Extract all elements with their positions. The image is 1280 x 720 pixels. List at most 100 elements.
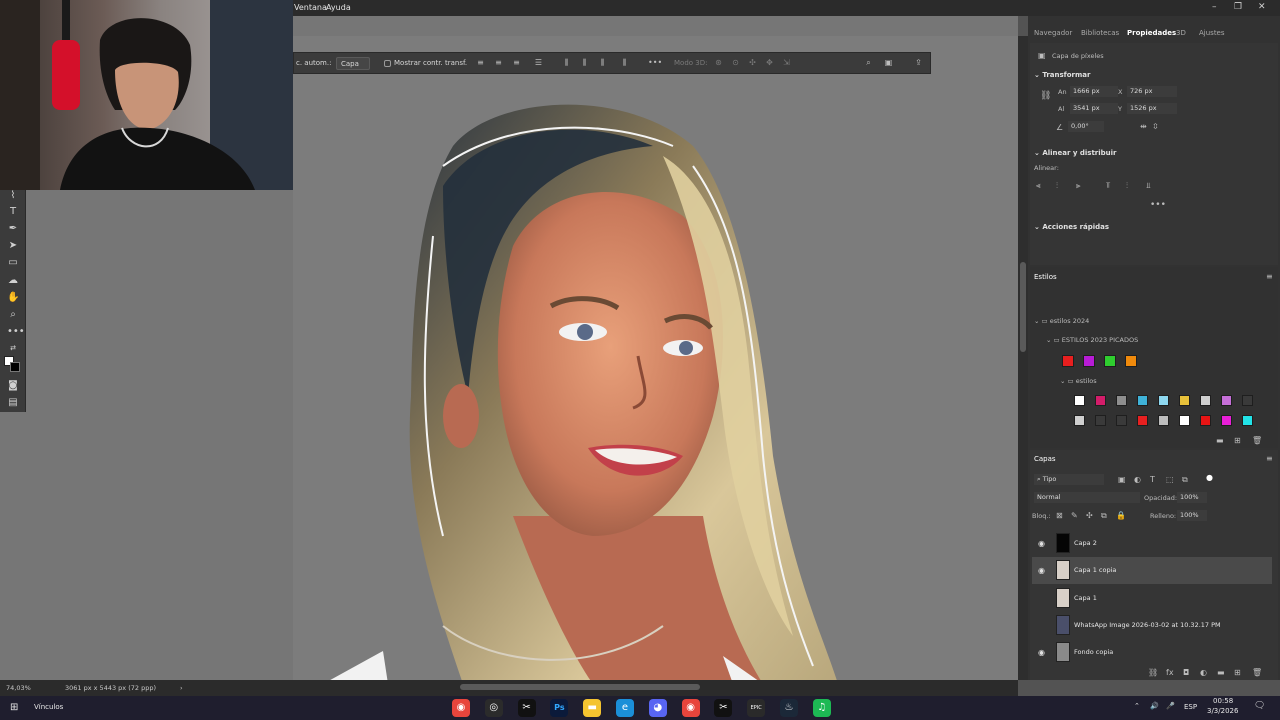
style-swatch[interactable] — [1200, 395, 1211, 406]
style-swatch[interactable] — [1242, 395, 1253, 406]
layer-select-dropdown[interactable]: Capa — [336, 57, 370, 70]
style-swatch[interactable] — [1116, 415, 1127, 426]
transform-section-title[interactable]: ⌄ Transformar — [1034, 71, 1090, 79]
direct-select-icon[interactable]: ➤ — [7, 240, 19, 252]
tab-bibliotecas[interactable]: Bibliotecas — [1081, 29, 1119, 37]
volume-icon[interactable]: 🔊 — [1150, 702, 1159, 710]
distribute-icon[interactable]: ☰ — [534, 58, 543, 67]
visibility-eye-icon[interactable] — [1038, 621, 1047, 630]
tray-up-icon[interactable]: ⌃ — [1134, 702, 1140, 710]
filter-kind-dropdown[interactable]: ⌕ Tipo — [1034, 474, 1104, 485]
layer-row[interactable]: Capa 1 — [1032, 585, 1272, 612]
link-proportions-icon[interactable]: ⛓ — [1040, 91, 1051, 101]
layers-title[interactable]: Capas — [1034, 455, 1056, 463]
lock-all-icon[interactable]: 🔒 — [1116, 511, 1126, 520]
x-field[interactable]: 726 px — [1127, 86, 1177, 97]
align-center-icon[interactable]: ≡ — [494, 58, 503, 67]
fill-field[interactable]: 100% — [1177, 510, 1207, 521]
menu-ventana[interactable]: Ventana — [294, 3, 327, 12]
filter-adjust-icon[interactable]: ◐ — [1134, 475, 1141, 484]
styles-title[interactable]: Estilos — [1034, 273, 1057, 281]
filter-pixel-icon[interactable]: ▣ — [1118, 475, 1126, 484]
opacity-field[interactable]: 100% — [1177, 492, 1207, 503]
hand-tool-icon[interactable]: ✋ — [7, 292, 19, 304]
visibility-eye-icon[interactable]: ◉ — [1038, 539, 1047, 548]
taskbar-links-label[interactable]: Vínculos — [34, 703, 63, 711]
windows-start-icon[interactable]: ⊞ — [10, 702, 18, 713]
tab-propiedades[interactable]: Propiedades — [1127, 29, 1176, 37]
layer-row[interactable]: ◉ Capa 2 — [1032, 530, 1272, 557]
filter-smart-icon[interactable]: ⧉ — [1182, 475, 1188, 485]
new-group-layer-icon[interactable]: ▬ — [1217, 668, 1225, 677]
style-swatch[interactable] — [1179, 395, 1190, 406]
horizontal-scroll-thumb[interactable] — [460, 684, 700, 690]
slide-3d-icon[interactable]: ✥ — [765, 58, 774, 67]
orbit-3d-icon[interactable]: ⊛ — [714, 58, 723, 67]
search-icon[interactable]: ⌕ — [864, 58, 873, 67]
style-swatch[interactable] — [1200, 415, 1211, 426]
taskbar-capcut2-icon[interactable]: ✂ — [714, 699, 733, 717]
align-middle-icon[interactable]: ⫼ — [580, 58, 589, 67]
align-bottom-edges-icon[interactable]: ⫫ — [1146, 181, 1151, 191]
microphone-icon[interactable]: 🎤 — [1166, 702, 1175, 710]
style-swatch[interactable] — [1104, 355, 1116, 367]
scale-3d-icon[interactable]: ⇲ — [782, 58, 791, 67]
lock-artboard-icon[interactable]: ⧉ — [1101, 511, 1107, 521]
link-layers-icon[interactable]: ⛓ — [1148, 668, 1158, 677]
style-swatch[interactable] — [1062, 355, 1074, 367]
layers-menu-icon[interactable]: ≡ — [1266, 454, 1273, 463]
filter-toggle-icon[interactable]: ● — [1206, 473, 1213, 482]
pen-tool-icon[interactable]: ✒ — [7, 223, 19, 235]
blend-mode-dropdown[interactable]: Normal — [1034, 492, 1140, 503]
show-transform-checkbox[interactable] — [384, 60, 391, 67]
delete-layer-icon[interactable]: 🗑 — [1252, 668, 1262, 677]
layer-row[interactable]: WhatsApp Image 2026-03-02 at 10.32.17 PM — [1032, 612, 1272, 639]
flip-horizontal-icon[interactable]: ⇹ — [1140, 122, 1147, 131]
style-swatch[interactable] — [1074, 395, 1085, 406]
group-1-row[interactable]: ⌄ ▭ estilos 2024 — [1034, 317, 1089, 325]
adjustment-layer-icon[interactable]: ◐ — [1200, 668, 1207, 677]
y-field[interactable]: 1526 px — [1127, 103, 1177, 114]
flip-vertical-icon[interactable]: ⇳ — [1152, 122, 1159, 131]
align-top-icon[interactable]: ⫼ — [562, 58, 571, 67]
tab-ajustes[interactable]: Ajustes — [1199, 29, 1225, 37]
lock-image-icon[interactable]: ✎ — [1071, 511, 1078, 520]
new-layer-icon[interactable]: ⊞ — [1234, 668, 1241, 677]
align-bottom-icon[interactable]: ⫼ — [598, 58, 607, 67]
group-2-row[interactable]: ⌄ ▭ ESTILOS 2023 PICADOS — [1046, 336, 1138, 344]
style-swatch[interactable] — [1095, 415, 1106, 426]
taskbar-spotify-icon[interactable]: ♫ — [812, 699, 831, 717]
zoom-level[interactable]: 74,03% — [6, 684, 31, 692]
layer-row[interactable]: ◉ Fondo copia — [1032, 639, 1272, 666]
more-options-icon[interactable]: ••• — [648, 58, 662, 67]
layer-style-icon[interactable]: fx — [1166, 668, 1174, 677]
align-left-icon[interactable]: ≡ — [476, 58, 485, 67]
align-top-edges-icon[interactable]: ⫪ — [1106, 181, 1111, 191]
taskbar-files-icon[interactable]: ▬ — [583, 699, 602, 717]
filter-type-icon[interactable]: T — [1150, 475, 1155, 484]
visibility-eye-icon[interactable]: ◉ — [1038, 648, 1047, 657]
delete-style-icon[interactable]: 🗑 — [1252, 436, 1262, 445]
clock-date[interactable]: 3/3/2026 — [1207, 707, 1238, 715]
filter-shape-icon[interactable]: ⬚ — [1166, 475, 1174, 484]
taskbar-steam-icon[interactable]: ♨ — [780, 699, 798, 717]
status-arrow-icon[interactable]: › — [180, 684, 183, 692]
quick-actions-section-title[interactable]: ⌄ Acciones rápidas — [1034, 223, 1109, 231]
style-swatch[interactable] — [1221, 415, 1232, 426]
align-right-edges-icon[interactable]: ⫸ — [1076, 181, 1081, 191]
distribute-vertical-icon[interactable]: ⫼ — [620, 58, 629, 67]
align-v-centers-icon[interactable]: ⫶ — [1126, 181, 1128, 191]
share-icon[interactable]: ⇪ — [914, 58, 923, 67]
style-swatch[interactable] — [1125, 355, 1137, 367]
taskbar-epic-icon[interactable]: EPIC — [747, 699, 766, 717]
notifications-icon[interactable]: 🗨 — [1254, 701, 1265, 711]
style-swatch[interactable] — [1158, 415, 1169, 426]
quick-mask-icon[interactable]: ◙ — [7, 380, 19, 392]
type-tool-icon[interactable]: T — [7, 206, 19, 218]
path-select-icon[interactable]: ⌇ — [7, 190, 19, 202]
zoom-tool-icon[interactable]: ⌕ — [7, 309, 19, 321]
style-swatch[interactable] — [1074, 415, 1085, 426]
more-align-icon[interactable]: ••• — [1150, 200, 1166, 210]
style-swatch[interactable] — [1137, 415, 1148, 426]
align-section-title[interactable]: ⌄ Alinear y distribuir — [1034, 149, 1117, 157]
